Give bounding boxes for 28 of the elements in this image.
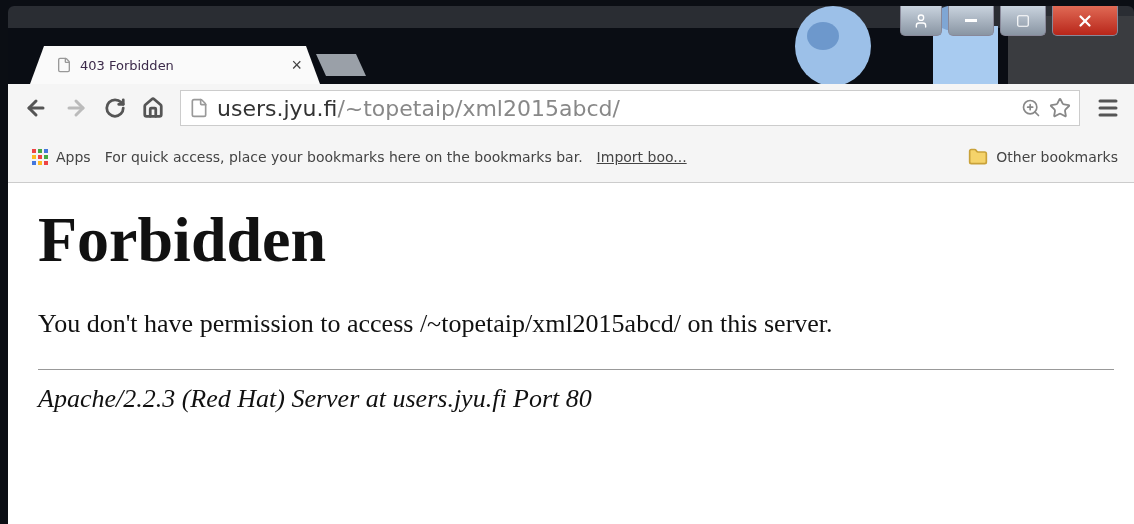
star-icon[interactable] bbox=[1049, 97, 1071, 119]
reload-button[interactable] bbox=[104, 97, 126, 119]
minimize-button[interactable] bbox=[948, 6, 994, 36]
user-icon bbox=[913, 12, 929, 29]
maximize-icon bbox=[1016, 13, 1030, 28]
zoom-icon[interactable] bbox=[1021, 98, 1041, 118]
other-bookmarks-button[interactable]: Other bookmarks bbox=[962, 147, 1124, 167]
folder-icon bbox=[968, 147, 989, 167]
page-icon bbox=[189, 98, 209, 118]
page-icon bbox=[56, 57, 72, 73]
browser-tab[interactable]: 403 Forbidden × bbox=[30, 46, 320, 84]
bookmarks-hint: For quick access, place your bookmarks here on the bookmarks bar. bbox=[104, 149, 583, 165]
close-tab-button[interactable]: × bbox=[291, 54, 302, 76]
apps-link[interactable]: Apps bbox=[56, 149, 91, 165]
tab-title: 403 Forbidden bbox=[80, 57, 175, 73]
minimize-icon bbox=[965, 19, 977, 22]
url-path: /~topetaip/xml2015abcd/ bbox=[337, 95, 620, 121]
profile-button[interactable] bbox=[900, 6, 942, 36]
apps-grid-icon[interactable] bbox=[32, 149, 48, 165]
address-field[interactable]: users.jyu.fi/~topetaip/xml2015abcd/ bbox=[180, 90, 1080, 126]
page-heading: Forbidden bbox=[38, 205, 328, 276]
home-button[interactable] bbox=[142, 97, 164, 119]
url-host: users.jyu.fi bbox=[217, 95, 338, 121]
import-link[interactable]: Import boo... bbox=[596, 149, 687, 165]
error-message: You don't have permission to access /~topetaip/xml2015abcd/ on this server. bbox=[38, 309, 834, 340]
close-window-button[interactable] bbox=[1052, 6, 1118, 36]
server-signature: Apache/2.2.3 (Red Hat) Server at users.jyu.fi Port 80 bbox=[38, 384, 593, 415]
maximize-button[interactable] bbox=[1000, 6, 1046, 36]
